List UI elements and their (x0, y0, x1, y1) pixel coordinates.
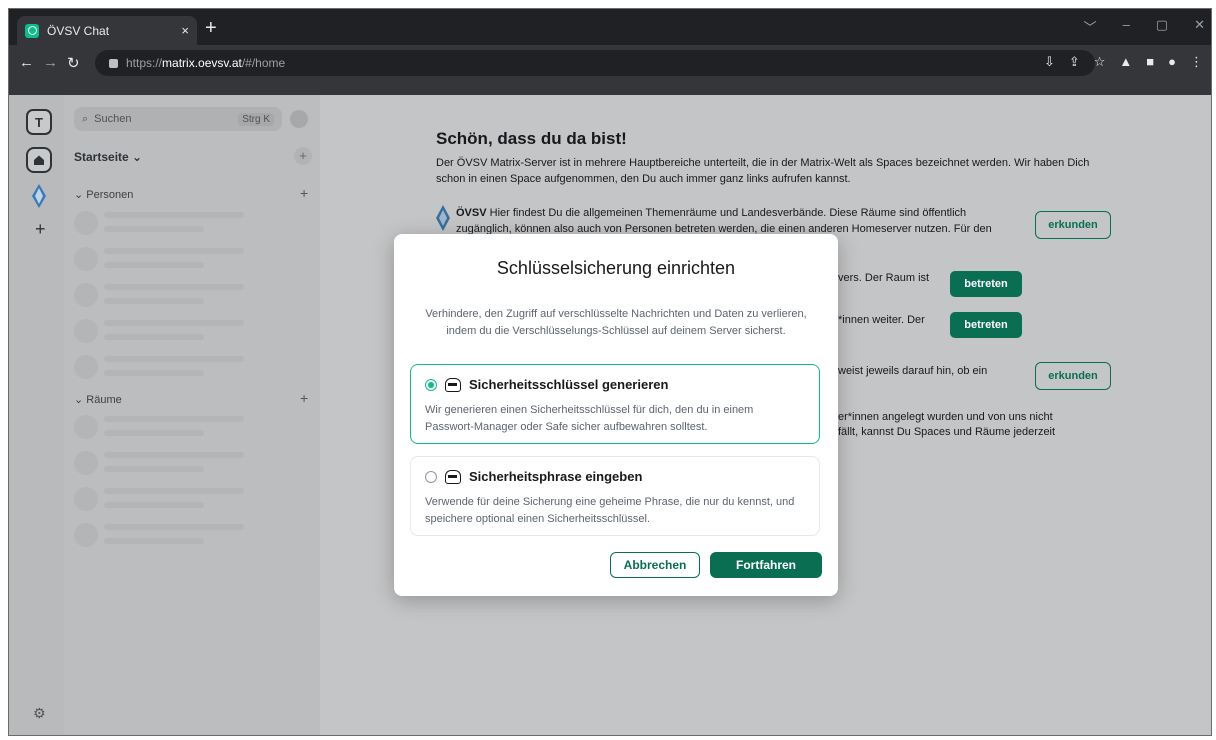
minimize-icon[interactable]: – (1123, 17, 1130, 36)
list-item-placeholder (74, 485, 244, 515)
cancel-button[interactable]: Abbrechen (610, 552, 700, 578)
ovsv-name: ÖVSV (456, 207, 487, 219)
option-security-phrase[interactable]: Sicherheitsphrase eingeben Verwende für … (410, 456, 820, 536)
text-line: fällt, kannst Du Spaces und Räume jederz… (838, 426, 1056, 438)
back-icon[interactable]: ← (19, 54, 34, 71)
list-item-placeholder (74, 245, 244, 275)
room-list: ⌕ Suchen Strg K Startseite ⌄ + ⌄ Persone… (64, 95, 320, 735)
bookmark-star-icon[interactable]: ☆ (1094, 54, 1106, 70)
list-item-placeholder (74, 281, 244, 311)
dialog-actions: Abbrechen Fortfahren (610, 552, 822, 578)
toolbar-icons: ⇩ ⇪ ☆ ▲ ■ ● ⋮ (1044, 54, 1203, 70)
radio-security-key[interactable] (425, 378, 437, 391)
option-security-key-desc: Wir generieren einen Sicherheitsschlüsse… (425, 404, 754, 433)
text-line: er*innen angelegt wurden und von uns nic… (838, 411, 1053, 423)
text-line: *innen weiter. Der (838, 314, 925, 326)
tab-close-icon[interactable]: × (181, 23, 189, 38)
rooms-add-button[interactable]: + (300, 390, 308, 406)
list-item-placeholder (74, 209, 244, 239)
ovsv-logo-icon (436, 205, 450, 231)
list-item-placeholder (74, 521, 244, 551)
bookmark-bar (9, 81, 1211, 95)
tab-title: ÖVSV Chat (47, 23, 110, 38)
option-security-phrase-title: Sicherheitsphrase eingeben (469, 469, 643, 484)
explore-button[interactable]: erkunden (1035, 362, 1111, 390)
share-icon[interactable]: ⇪ (1069, 54, 1080, 70)
ovsv-text-1: Hier findest Du die allgemeinen Themenrä… (486, 207, 967, 219)
people-add-button[interactable]: + (300, 185, 308, 201)
search-placeholder: Suchen (94, 113, 132, 125)
tab-search-icon[interactable]: ﹀ (1084, 17, 1097, 36)
quick-settings-icon[interactable]: ⚙ (33, 705, 46, 722)
list-item-placeholder (74, 317, 244, 347)
people-section-header[interactable]: ⌄ Personen (74, 188, 133, 201)
forward-icon[interactable]: → (43, 54, 58, 71)
join-button[interactable]: betreten (950, 271, 1022, 297)
continue-button[interactable]: Fortfahren (710, 552, 822, 578)
option-security-key[interactable]: Sicherheitsschlüssel generieren Wir gene… (410, 364, 820, 444)
new-tab-button[interactable]: + (205, 18, 217, 38)
url-scheme: https:// (126, 56, 163, 70)
key-backup-dialog: Schlüsselsicherung einrichten Verhindere… (394, 234, 838, 596)
browser-tab[interactable]: ÖVSV Chat × (17, 16, 197, 45)
home-add-button[interactable]: + (294, 147, 312, 165)
reload-icon[interactable]: ↻ (67, 54, 80, 72)
ovsv-entry: ÖVSV Hier findest Du die allgemeinen The… (436, 205, 1016, 237)
search-input[interactable]: ⌕ Suchen Strg K (74, 107, 282, 131)
tab-bar: ÖVSV Chat × + ﹀ – ▢ ✕ (9, 9, 1211, 45)
home-header[interactable]: Startseite ⌄ (74, 150, 142, 164)
radio-security-phrase[interactable] (425, 470, 437, 483)
explore-button[interactable]: erkunden (1035, 211, 1111, 239)
dialog-description: Verhindere, den Zugriff auf verschlüssel… (425, 308, 807, 337)
join-button[interactable]: betreten (950, 312, 1022, 338)
page-title: Schön, dass du da bist! (436, 129, 627, 148)
close-window-icon[interactable]: ✕ (1194, 17, 1205, 36)
rooms-section-header[interactable]: ⌄ Räume (74, 393, 122, 406)
url-host: matrix.oevsv.at (162, 56, 242, 70)
text-line: weist jeweils darauf hin, ob ein (838, 365, 988, 377)
intro-text: Der ÖVSV Matrix-Server ist in mehrere Ha… (436, 157, 1090, 185)
list-item-placeholder (74, 449, 244, 479)
labs-icon[interactable]: ▲ (1119, 54, 1132, 70)
url-path: /#/home (241, 56, 286, 70)
home-space-icon[interactable] (26, 147, 52, 173)
secure-backup-icon (445, 469, 461, 484)
explore-rooms-icon[interactable] (290, 110, 308, 128)
space-panel: T + ⚙ (9, 95, 64, 735)
maximize-icon[interactable]: ▢ (1156, 17, 1168, 36)
secure-backup-icon (445, 377, 461, 392)
option-security-key-title: Sicherheitsschlüssel generieren (469, 377, 669, 392)
profile-icon[interactable]: ● (1168, 54, 1176, 70)
text-line: vers. Der Raum ist (838, 272, 930, 284)
search-shortcut: Strg K (238, 112, 274, 126)
url-field[interactable]: https://matrix.oevsv.at/#/home (95, 50, 1095, 76)
user-avatar[interactable]: T (26, 109, 52, 135)
element-favicon-icon (25, 23, 39, 38)
menu-icon[interactable]: ⋮ (1190, 54, 1203, 70)
search-icon: ⌕ (82, 112, 89, 125)
option-security-phrase-desc: Verwende für deine Sicherung eine geheim… (425, 496, 795, 525)
dialog-title: Schlüsselsicherung einrichten (496, 258, 736, 278)
side-panel-icon[interactable]: ■ (1146, 54, 1154, 70)
list-item-placeholder (74, 413, 244, 443)
ovsv-space-icon[interactable] (26, 183, 52, 209)
browser-window: ÖVSV Chat × + ﹀ – ▢ ✕ ← → ↻ https://matr… (8, 8, 1212, 736)
window-controls: ﹀ – ▢ ✕ (1084, 17, 1205, 36)
list-item-placeholder (74, 353, 244, 383)
create-space-button[interactable]: + (35, 219, 46, 240)
address-bar: ← → ↻ https://matrix.oevsv.at/#/home ⇩ ⇪… (9, 45, 1211, 81)
install-app-icon[interactable]: ⇩ (1044, 54, 1055, 70)
lock-icon (109, 58, 118, 68)
